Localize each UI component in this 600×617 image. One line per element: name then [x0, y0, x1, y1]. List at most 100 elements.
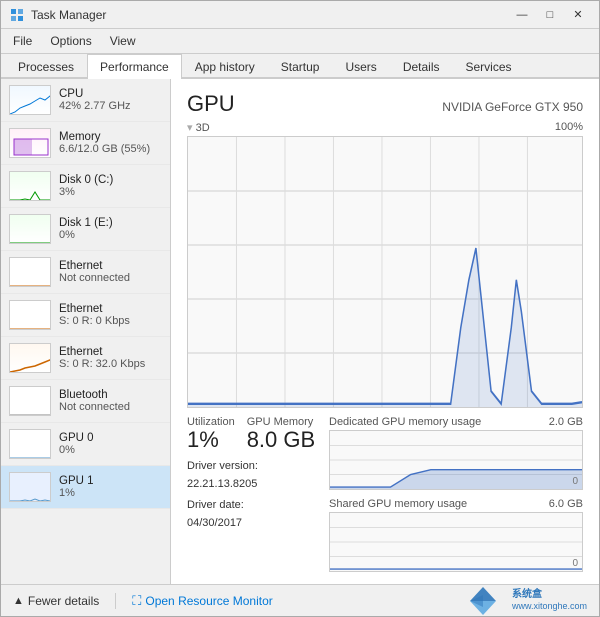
dedicated-min: 0 [572, 476, 578, 487]
gpu1-label: GPU 1 [59, 475, 162, 487]
resource-monitor-button[interactable]: ⛶ Open Resource Monitor [132, 593, 273, 609]
device-name: NVIDIA GeForce GTX 950 [442, 100, 583, 114]
graph-label-row: ▾ 3D 100% [187, 121, 583, 134]
eth1-value: Not connected [59, 272, 162, 284]
fewer-details-button[interactable]: ▲ Fewer details [13, 594, 99, 608]
eth3-label: Ethernet [59, 346, 162, 358]
memory-value: 6.6/12.0 GB (55%) [59, 143, 162, 155]
driver-date-label: Driver date: [187, 497, 317, 515]
cpu-info: CPU 42% 2.77 GHz [59, 88, 162, 112]
gpu-utilization-graph [187, 136, 583, 408]
dedicated-graph: 0 [329, 430, 583, 490]
gpu1-value: 1% [59, 487, 162, 499]
dedicated-graph-section: Dedicated GPU memory usage 2.0 GB [329, 416, 583, 490]
disk1-thumbnail [9, 214, 51, 244]
footer-divider [115, 593, 116, 609]
eth1-thumbnail [9, 257, 51, 287]
disk0-value: 3% [59, 186, 162, 198]
shared-label: Shared GPU memory usage [329, 498, 467, 510]
dedicated-label: Dedicated GPU memory usage [329, 416, 481, 428]
gpu-memory-value: 8.0 GB [247, 428, 315, 452]
memory-label: Memory [59, 131, 162, 143]
footer: ▲ Fewer details ⛶ Open Resource Monitor … [1, 584, 599, 616]
main-panel: GPU NVIDIA GeForce GTX 950 ▾ 3D 100% [171, 79, 599, 584]
shared-min: 0 [572, 558, 578, 569]
graph-section-label: ▾ 3D [187, 121, 210, 134]
sidebar-item-eth1[interactable]: Ethernet Not connected [1, 251, 170, 294]
app-icon [9, 7, 25, 23]
tab-performance[interactable]: Performance [87, 54, 182, 79]
gpu0-info: GPU 0 0% [59, 432, 162, 456]
bluetooth-value: Not connected [59, 401, 162, 413]
gpu1-thumbnail [9, 472, 51, 502]
sidebar-item-bluetooth[interactable]: Bluetooth Not connected [1, 380, 170, 423]
sidebar-item-memory[interactable]: Memory 6.6/12.0 GB (55%) [1, 122, 170, 165]
minimize-button[interactable]: — [509, 5, 535, 25]
eth2-info: Ethernet S: 0 R: 0 Kbps [59, 303, 162, 327]
watermark-line1: 系统盒 [512, 589, 587, 601]
graph-max-label: 100% [555, 121, 583, 134]
stats-column: Utilization 1% GPU Memory 8.0 GB Driver … [187, 416, 317, 572]
maximize-button[interactable]: □ [537, 5, 563, 25]
bottom-section: Utilization 1% GPU Memory 8.0 GB Driver … [187, 416, 583, 572]
menu-options[interactable]: Options [42, 31, 99, 51]
driver-info: Driver version: 22.21.13.8205 Driver dat… [187, 458, 317, 532]
gpu1-info: GPU 1 1% [59, 475, 162, 499]
menu-bar: File Options View [1, 29, 599, 54]
shared-graph-section: Shared GPU memory usage 6.0 GB [329, 498, 583, 572]
disk1-value: 0% [59, 229, 162, 241]
sidebar-item-disk1[interactable]: Disk 1 (E:) 0% [1, 208, 170, 251]
tab-users[interactable]: Users [332, 54, 389, 79]
eth1-label: Ethernet [59, 260, 162, 272]
memory-thumbnail [9, 128, 51, 158]
eth1-info: Ethernet Not connected [59, 260, 162, 284]
dedicated-graph-header: Dedicated GPU memory usage 2.0 GB [329, 416, 583, 428]
shared-graph: 0 [329, 512, 583, 572]
sidebar-item-cpu[interactable]: CPU 42% 2.77 GHz [1, 79, 170, 122]
eth2-label: Ethernet [59, 303, 162, 315]
sidebar-item-gpu0[interactable]: GPU 0 0% [1, 423, 170, 466]
utilization-stat: Utilization 1% [187, 416, 235, 452]
disk0-thumbnail [9, 171, 51, 201]
menu-view[interactable]: View [102, 31, 144, 51]
close-button[interactable]: ✕ [565, 5, 591, 25]
sidebar-item-eth3[interactable]: Ethernet S: 0 R: 32.0 Kbps [1, 337, 170, 380]
right-graphs: Dedicated GPU memory usage 2.0 GB [329, 416, 583, 572]
stat-pair-main: Utilization 1% GPU Memory 8.0 GB [187, 416, 317, 458]
title-bar-left: Task Manager [9, 7, 106, 23]
bluetooth-label: Bluetooth [59, 389, 162, 401]
cpu-thumbnail [9, 85, 51, 115]
memory-info: Memory 6.6/12.0 GB (55%) [59, 131, 162, 155]
tab-startup[interactable]: Startup [268, 54, 333, 79]
sidebar: CPU 42% 2.77 GHz Memory 6.6/12.0 GB (55%… [1, 79, 171, 584]
task-manager-window: Task Manager — □ ✕ File Options View Pro… [0, 0, 600, 617]
driver-version-value: 22.21.13.8205 [187, 476, 317, 494]
disk0-info: Disk 0 (C:) 3% [59, 174, 162, 198]
shared-graph-header: Shared GPU memory usage 6.0 GB [329, 498, 583, 510]
menu-file[interactable]: File [5, 31, 40, 51]
gpu0-value: 0% [59, 444, 162, 456]
monitor-icon: ⛶ [132, 593, 141, 609]
eth2-thumbnail [9, 300, 51, 330]
shared-max: 6.0 GB [549, 498, 583, 510]
gpu-graph-section: ▾ 3D 100% [187, 121, 583, 408]
sidebar-item-gpu1[interactable]: GPU 1 1% [1, 466, 170, 509]
watermark: 系统盒 www.xitonghe.com [460, 583, 587, 617]
tab-bar: Processes Performance App history Startu… [1, 54, 599, 79]
tab-processes[interactable]: Processes [5, 54, 87, 79]
utilization-value: 1% [187, 428, 235, 452]
disk1-info: Disk 1 (E:) 0% [59, 217, 162, 241]
tab-details[interactable]: Details [390, 54, 453, 79]
bluetooth-info: Bluetooth Not connected [59, 389, 162, 413]
eth3-info: Ethernet S: 0 R: 32.0 Kbps [59, 346, 162, 370]
title-bar: Task Manager — □ ✕ [1, 1, 599, 29]
tab-services[interactable]: Services [453, 54, 525, 79]
tab-app-history[interactable]: App history [182, 54, 268, 79]
sidebar-item-disk0[interactable]: Disk 0 (C:) 3% [1, 165, 170, 208]
eth2-value: S: 0 R: 0 Kbps [59, 315, 162, 327]
window-controls: — □ ✕ [509, 5, 591, 25]
chevron-up-icon: ▲ [13, 595, 24, 607]
cpu-label: CPU [59, 88, 162, 100]
sidebar-item-eth2[interactable]: Ethernet S: 0 R: 0 Kbps [1, 294, 170, 337]
watermark-text-block: 系统盒 www.xitonghe.com [512, 589, 587, 612]
